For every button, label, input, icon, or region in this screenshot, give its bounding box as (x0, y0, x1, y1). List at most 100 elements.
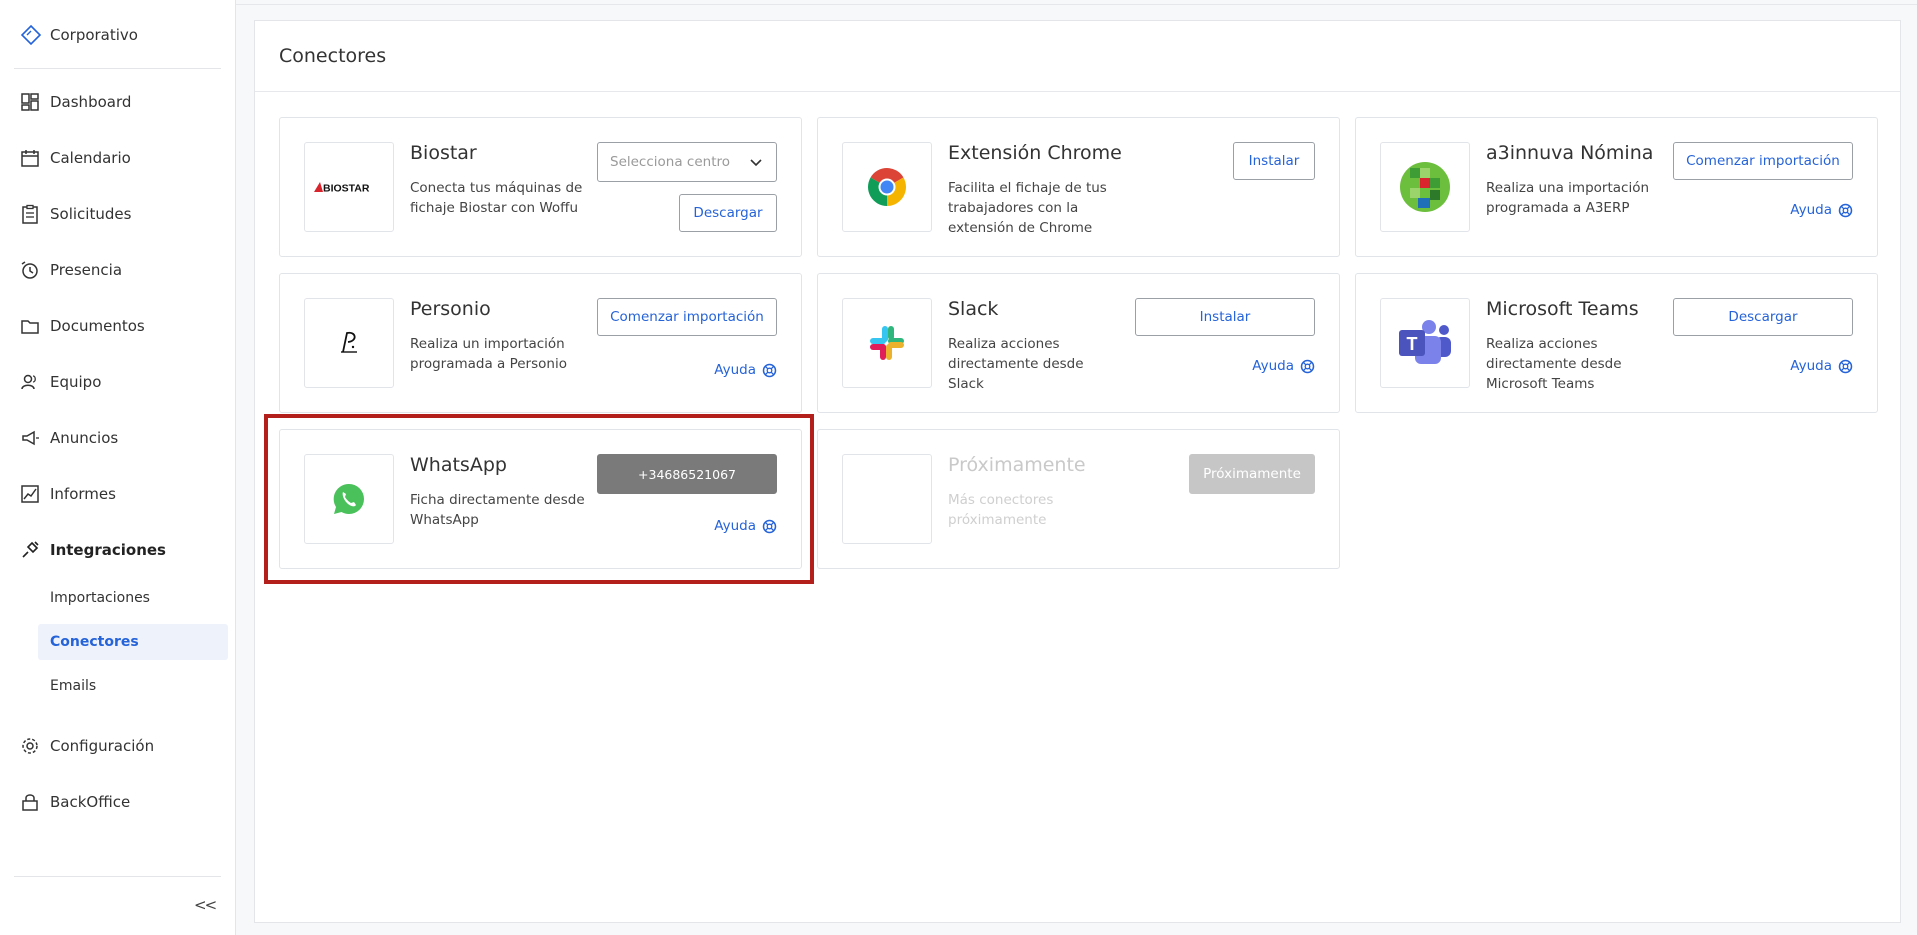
sidebar-item-configuracion[interactable]: Configuración (20, 736, 154, 756)
sidebar-item-label: Equipo (50, 373, 102, 391)
sidebar-item-label: Presencia (50, 261, 123, 279)
diamond-logo-icon (20, 24, 42, 46)
megaphone-icon (22, 430, 39, 446)
help-link[interactable]: Ayuda (714, 362, 777, 378)
biostar-logo-icon: BIOSTAR (314, 182, 370, 195)
help-link[interactable]: Ayuda (1252, 358, 1315, 374)
help-label: Ayuda (1790, 202, 1832, 218)
card-title: a3innuva Nómina (1486, 142, 1654, 164)
sidebar-divider (14, 876, 221, 877)
card-description: Conecta tus máquinas de fichaje Biostar … (410, 180, 583, 216)
a3innuva-logo (1380, 142, 1470, 232)
center-select[interactable]: Selecciona centro (597, 142, 777, 182)
lifebuoy-icon (1838, 203, 1853, 217)
card-title: Próximamente (948, 454, 1086, 476)
download-button[interactable]: Descargar (679, 194, 777, 232)
sidebar-item-label: Integraciones (50, 541, 166, 559)
download-button[interactable]: Descargar (1673, 298, 1853, 336)
help-link[interactable]: Ayuda (1790, 202, 1853, 218)
calendar-icon (21, 150, 39, 167)
personio-icon (341, 331, 357, 353)
whatsapp-icon (333, 483, 364, 514)
placeholder-logo (842, 454, 932, 544)
connector-card-biostar: BIOSTAR Biostar Conecta tus máquinas de … (279, 117, 802, 257)
help-link[interactable]: Ayuda (714, 518, 777, 534)
lock-icon (22, 794, 38, 811)
install-button[interactable]: Instalar (1135, 298, 1315, 336)
folder-icon (21, 320, 39, 334)
sidebar-item-dashboard[interactable]: Dashboard (20, 92, 131, 112)
connector-card-a3innuva: a3innuva Nómina Realiza una importación … (1355, 117, 1878, 257)
connector-card-teams: T Microsoft Teams Realiza acciones direc… (1355, 273, 1878, 413)
brand[interactable]: Corporativo (20, 24, 138, 46)
top-strip (236, 0, 1917, 5)
page-title: Conectores (279, 45, 387, 67)
connectors-panel: Conectores BIOSTAR Biostar Conecta tus m… (254, 20, 1901, 923)
sidebar-item-informes[interactable]: Informes (20, 484, 116, 504)
sidebar-divider (14, 68, 221, 69)
sidebar-subitem-conectores[interactable]: Conectores (38, 624, 228, 660)
help-label: Ayuda (714, 362, 756, 378)
install-button[interactable]: Instalar (1233, 142, 1315, 180)
chevron-down-icon (750, 159, 762, 167)
svg-text:BIOSTAR: BIOSTAR (323, 183, 370, 195)
collapse-sidebar-button[interactable]: << (194, 896, 217, 914)
a3-globe-icon (1400, 162, 1450, 212)
card-title: Microsoft Teams (1486, 298, 1639, 320)
svg-text:T: T (1407, 334, 1418, 354)
sidebar-item-label: Configuración (50, 737, 155, 755)
sidebar-subitem-importaciones[interactable]: Importaciones (38, 580, 228, 616)
sidebar-item-label: BackOffice (50, 793, 131, 811)
connector-card-chrome: Extensión Chrome Facilita el fichaje de … (817, 117, 1340, 257)
card-title: Personio (410, 298, 491, 320)
lifebuoy-icon (1300, 359, 1315, 373)
dashboard-icon (21, 93, 39, 111)
sidebar-item-label: Documentos (50, 317, 145, 335)
whatsapp-logo (304, 454, 394, 544)
card-title: Biostar (410, 142, 477, 164)
lifebuoy-icon (762, 363, 777, 377)
sidebar-item-integraciones[interactable]: Integraciones (20, 540, 166, 560)
gear-icon (22, 738, 38, 754)
card-description: Realiza acciones directamente desde Micr… (1486, 336, 1622, 392)
card-description: Facilita el fichaje de tus trabajadores … (948, 180, 1107, 236)
connector-card-whatsapp: WhatsApp Ficha directamente desde WhatsA… (279, 429, 802, 569)
sidebar-item-documentos[interactable]: Documentos (20, 316, 145, 336)
sidebar-item-label: Calendario (50, 149, 131, 167)
sidebar-item-solicitudes[interactable]: Solicitudes (20, 204, 131, 224)
card-description: Ficha directamente desde WhatsApp (410, 492, 585, 528)
card-title: Extensión Chrome (948, 142, 1122, 164)
card-description: Más conectores próximamente (948, 492, 1054, 528)
help-label: Ayuda (1790, 358, 1832, 374)
help-label: Ayuda (714, 518, 756, 534)
biostar-logo: BIOSTAR (304, 142, 394, 232)
chart-line-icon (21, 485, 39, 503)
connector-card-personio: Personio Realiza un importación programa… (279, 273, 802, 413)
sidebar-item-label: Dashboard (50, 93, 132, 111)
sidebar-item-anuncios[interactable]: Anuncios (20, 428, 118, 448)
start-import-button[interactable]: Comenzar importación (1673, 142, 1853, 180)
title-divider (255, 91, 1900, 92)
sidebar-subitem-emails[interactable]: Emails (38, 668, 228, 704)
sidebar-item-calendario[interactable]: Calendario (20, 148, 131, 168)
lifebuoy-icon (762, 519, 777, 533)
slack-logo (842, 298, 932, 388)
sidebar-item-label: Informes (50, 485, 116, 503)
sidebar-item-presencia[interactable]: Presencia (20, 260, 122, 280)
help-link[interactable]: Ayuda (1790, 358, 1853, 374)
whatsapp-number-button[interactable]: +34686521067 (597, 454, 777, 494)
start-import-button[interactable]: Comenzar importación (597, 298, 777, 336)
teams-logo: T (1380, 298, 1470, 388)
team-icon (21, 374, 36, 390)
chrome-logo (842, 142, 932, 232)
brand-label: Corporativo (50, 26, 138, 44)
coming-soon-button: Próximamente (1189, 454, 1315, 494)
sidebar-item-equipo[interactable]: Equipo (20, 372, 101, 392)
slack-icon (870, 326, 904, 360)
connector-card-slack: Slack Realiza acciones directamente desd… (817, 273, 1340, 413)
microsoft-teams-icon: T (1399, 320, 1451, 364)
card-title: WhatsApp (410, 454, 507, 476)
card-title: Slack (948, 298, 999, 320)
sidebar-item-backoffice[interactable]: BackOffice (20, 792, 130, 812)
plug-icon (22, 541, 39, 558)
